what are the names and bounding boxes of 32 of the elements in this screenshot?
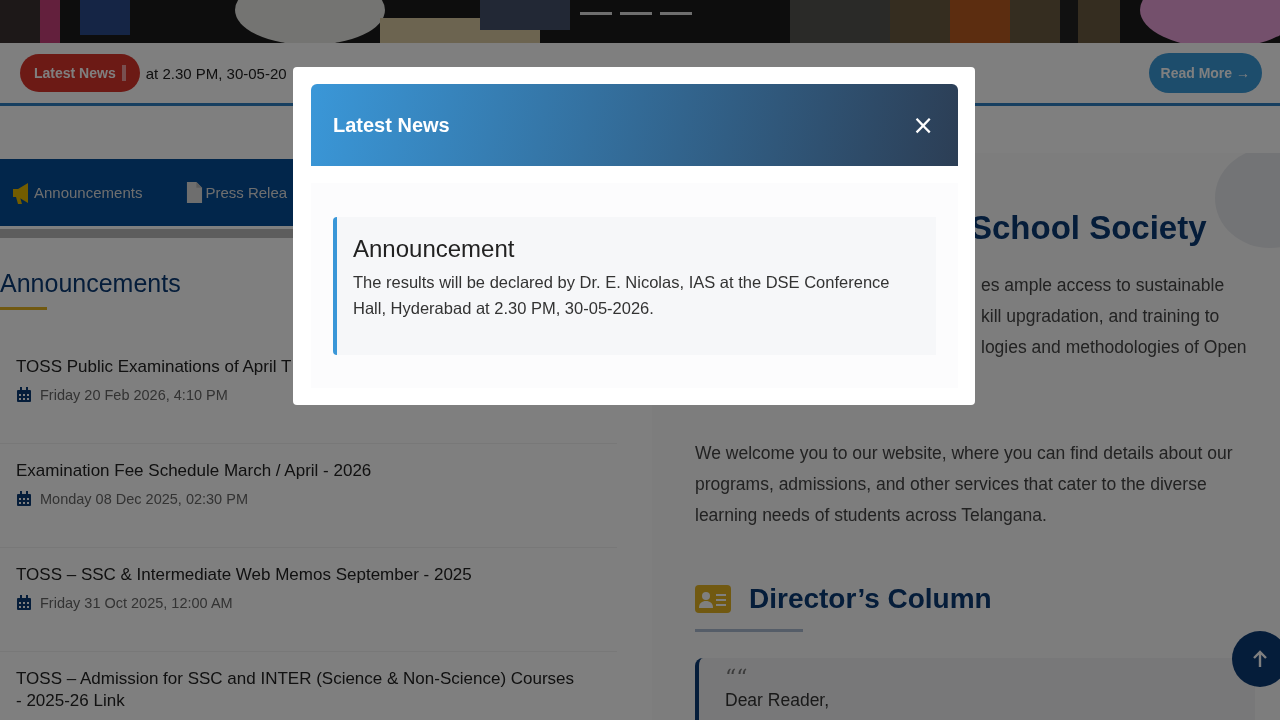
announcement-date: Friday 20 Feb 2026, 4:10 PM — [40, 387, 228, 403]
quote-mark: ““ — [725, 670, 749, 686]
card-text: The results will be declared by Dr. E. Nicolas, IAS at the DSE Conference Hall, Hyderabad at 2.30 PM, 30-05-2026. — [353, 272, 891, 319]
director-heading: Director’s Column — [749, 583, 992, 615]
quote-text: Dear Reader, — [725, 690, 831, 711]
calendar-icon — [16, 491, 32, 507]
nav-tab[interactable]: Press Relea — [186, 181, 288, 204]
carousel-indicator[interactable] — [620, 12, 652, 15]
about-text-line: kill upgradation, and training to — [981, 305, 1221, 328]
card-title: Announcement — [353, 235, 516, 263]
close-button[interactable]: × — [910, 112, 936, 138]
id-card-icon — [695, 585, 731, 613]
news-badge: Latest News — [20, 54, 140, 92]
section-heading: Announcements — [0, 268, 181, 298]
calendar-icon — [16, 387, 32, 403]
carousel-indicator[interactable] — [580, 12, 612, 15]
ticker-text: at 2.30 PM, 30-05-20 — [145, 64, 288, 82]
about-text-line: es ample access to sustainable — [981, 274, 1226, 297]
announcement-link[interactable]: TOSS – Admission for SSC and INTER (Science & Non-Science) Courses - 2025-26 Link — [16, 668, 576, 712]
announcement-link[interactable]: Examination Fee Schedule March / April - 2026 — [16, 460, 576, 482]
announcement-date: Monday 08 Dec 2025, 02:30 PM — [40, 491, 248, 507]
about-heading: School Society — [970, 208, 1208, 248]
arrow-up-icon[interactable] — [1252, 650, 1268, 668]
dialog-title: Latest News — [333, 113, 450, 137]
announcement-date: Friday 31 Oct 2025, 12:00 AM — [40, 595, 233, 611]
nav-tab[interactable]: Announcements — [10, 180, 143, 205]
about-text-line: logies and methodologies of Open — [981, 336, 1248, 359]
document-icon — [186, 181, 204, 204]
carousel-indicator[interactable] — [660, 12, 692, 15]
welcome-paragraph: We welcome you to our website, where you can find details about our programs, admissions, and other services that cater to the diverse learning needs of students across Telangana. — [695, 442, 1234, 527]
calendar-icon — [16, 595, 32, 611]
announcement-link[interactable]: TOSS – SSC & Intermediate Web Memos September - 2025 — [16, 564, 576, 586]
